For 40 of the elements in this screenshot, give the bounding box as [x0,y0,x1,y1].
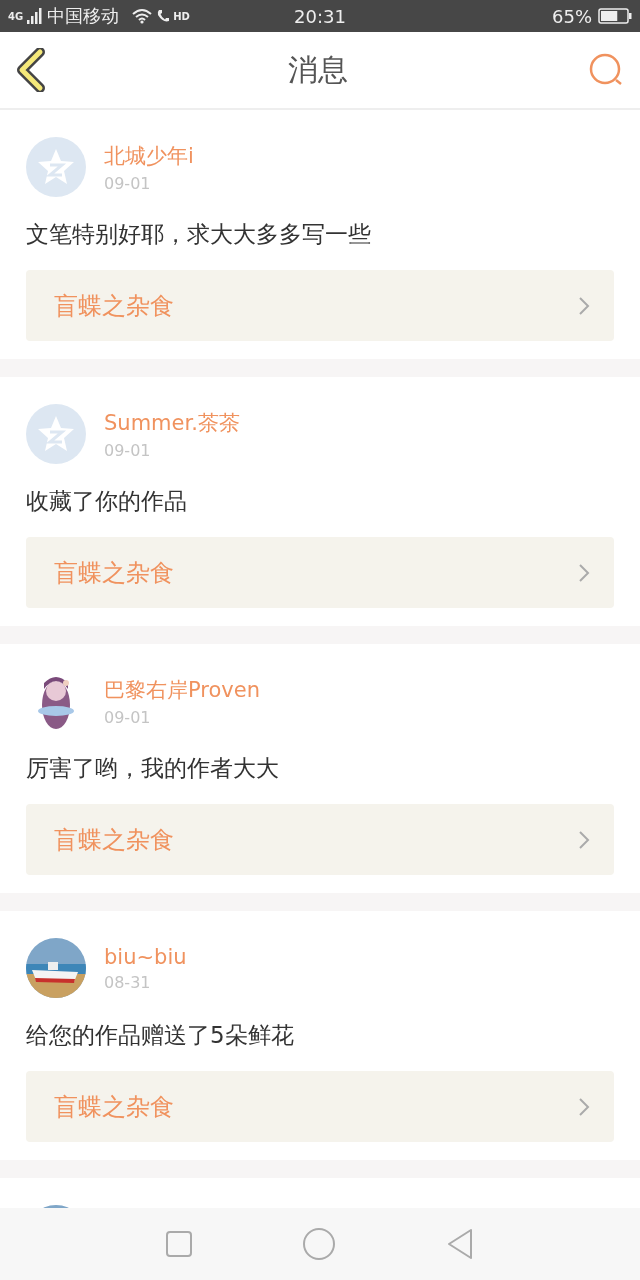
page-title: 消息 [288,50,348,89]
recent-apps-icon[interactable] [164,1230,193,1258]
carrier-name: 中国移动 [47,4,120,28]
chevron-right-icon [578,829,590,850]
work-title: 盲蝶之杂食 [54,290,174,322]
work-link[interactable]: 盲蝶之杂食 [26,537,614,608]
message-date: 09-01 [104,707,152,727]
message-text: 厉害了哟，我的作者大大 [26,754,280,783]
work-title: 盲蝶之杂食 [54,824,174,856]
default-avatar-icon [26,404,86,464]
user-name[interactable]: biu~biu [104,944,187,969]
work-title: 盲蝶之杂食 [54,557,174,589]
message-date: 08-31 [104,972,152,992]
wifi-icon [131,8,154,24]
work-link[interactable]: 盲蝶之杂食 [26,270,614,341]
user-name[interactable]: Summer.茶茶 [104,408,240,437]
chevron-right-icon [578,1096,590,1117]
call-type: HD [173,10,190,22]
back-icon[interactable] [16,48,48,92]
work-link[interactable]: 盲蝶之杂食 [26,1071,614,1142]
network-type: 4G [8,10,24,22]
message-text: 收藏了你的作品 [26,487,188,516]
battery-percent: 65% [552,5,592,27]
message-date: 09-01 [104,173,152,193]
message-text: 给您的作品赠送了5朵鲜花 [26,1021,295,1050]
work-link[interactable]: 盲蝶之杂食 [26,804,614,875]
message-text: 文笔特别好耶，求大大多多写一些 [26,220,372,249]
signal-icon [27,8,44,24]
home-icon[interactable] [302,1227,336,1261]
phone-icon [157,9,170,23]
clock-time: 20:31 [294,5,346,27]
chevron-right-icon [578,295,590,316]
message-date: 09-01 [104,440,152,460]
chevron-right-icon [578,562,590,583]
work-title: 盲蝶之杂食 [54,1091,174,1123]
search-icon[interactable] [588,52,624,88]
user-name[interactable]: 巴黎右岸Proven [104,675,260,704]
user-name[interactable]: 北城少年i [104,141,194,170]
battery-icon [598,8,632,24]
default-avatar-icon [26,137,86,197]
